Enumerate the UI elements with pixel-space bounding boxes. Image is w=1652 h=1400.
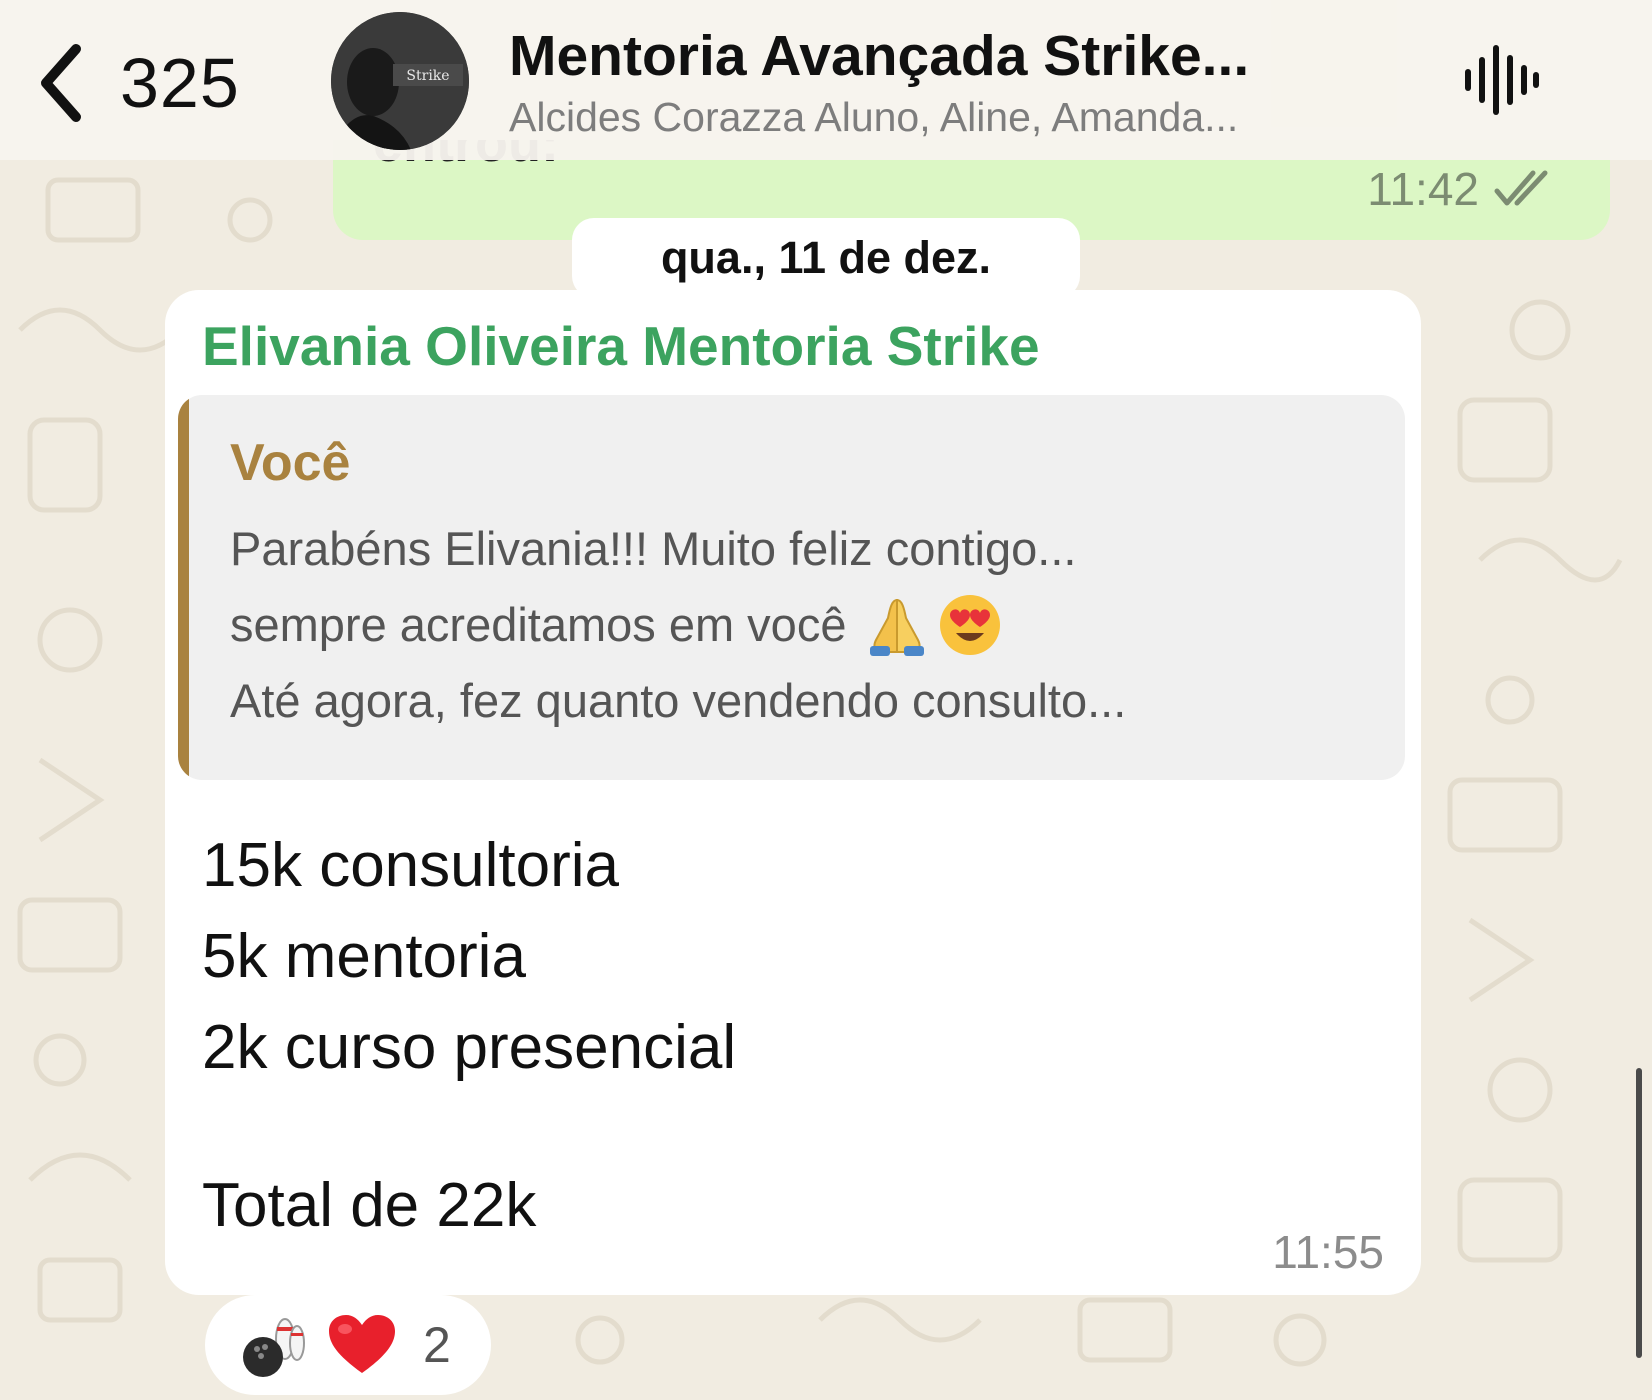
message-total-line: Total de 22k	[202, 1171, 537, 1240]
message-reactions[interactable]: 2	[205, 1295, 491, 1395]
group-title: Mentoria Avançada Strike...	[509, 24, 1250, 88]
unread-count: 325	[120, 44, 240, 122]
avatar-logo-text: Strike	[406, 68, 449, 84]
folded-hands-emoji	[870, 598, 925, 656]
quote-line: Até agora, fez quanto vendendo consulto.…	[230, 674, 1127, 727]
audio-waveform-icon	[1465, 45, 1539, 115]
back-button[interactable]: 325	[38, 38, 240, 128]
heart-eyes-emoji	[940, 595, 1001, 655]
date-separator: qua., 11 de dez.	[572, 218, 1080, 298]
quote-accent-bar	[178, 395, 189, 780]
quote-line: Parabéns Elivania!!! Muito feliz contigo…	[230, 522, 1077, 575]
chat-header: 325 Strike Mentoria Avançada Strike... A…	[0, 0, 1652, 160]
message-line: 15k consultoria	[202, 831, 620, 900]
quote-author: Você	[230, 434, 351, 492]
reaction-count: 2	[423, 1317, 451, 1373]
chevron-left-icon	[41, 44, 81, 122]
quote-text: Parabéns Elivania!!! Muito feliz contigo…	[230, 511, 1126, 739]
incoming-message-bubble[interactable]: Elivania Oliveira Mentoria Strike Você P…	[165, 290, 1421, 1295]
avatar-image: Strike	[331, 12, 469, 150]
sender-name[interactable]: Elivania Oliveira Mentoria Strike	[202, 314, 1040, 378]
quote-line-text: sempre acreditamos em você	[230, 598, 847, 651]
group-avatar[interactable]: Strike	[331, 12, 469, 150]
scrollbar[interactable]	[1636, 1068, 1642, 1358]
message-body: 15k consultoria 5k mentoria 2k curso pre…	[202, 820, 736, 1093]
quoted-message[interactable]: Você Parabéns Elivania!!! Muito feliz co…	[178, 395, 1405, 780]
audio-call-button[interactable]	[1460, 42, 1540, 118]
message-time: 11:55	[1272, 1226, 1384, 1278]
message-line: 5k mentoria	[202, 922, 526, 991]
double-check-icon	[1494, 170, 1548, 206]
outgoing-message-meta: 11:42	[1367, 162, 1555, 216]
message-line: 2k curso presencial	[202, 1013, 737, 1082]
quote-line: sempre acreditamos em você	[230, 587, 1126, 663]
group-members: Alcides Corazza Aluno, Aline, Amanda...	[509, 94, 1239, 140]
group-info[interactable]: Mentoria Avançada Strike... Alcides Cora…	[509, 22, 1409, 142]
red-heart-emoji	[329, 1315, 395, 1373]
bowling-icon	[243, 1318, 305, 1377]
outgoing-message-time: 11:42	[1367, 163, 1479, 215]
